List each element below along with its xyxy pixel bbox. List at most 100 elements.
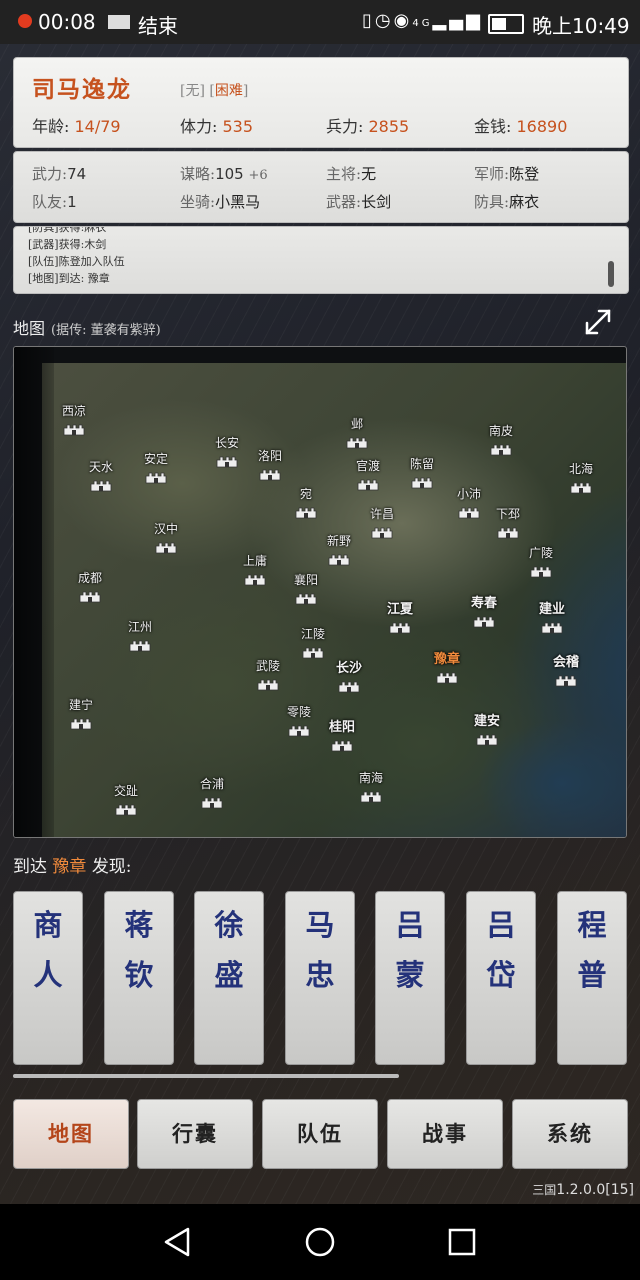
city-name: 建宁 [68, 698, 93, 712]
city-marker[interactable]: 邺 [327, 415, 387, 449]
city-name: 天水 [88, 460, 113, 474]
castle-icon [295, 504, 317, 519]
general-stat: 主将:无 [326, 165, 377, 183]
nav-bag-button[interactable]: 行囊 [137, 1099, 253, 1169]
city-name: 洛阳 [257, 449, 282, 463]
age-stat: 年龄: 14/79 [32, 117, 121, 136]
city-marker[interactable]: 建业 [522, 598, 582, 634]
city-marker[interactable]: 下邳 [478, 505, 538, 539]
city-marker[interactable]: 建宁 [51, 696, 111, 730]
strategy-stat: 谋略:105 +6 [180, 165, 268, 183]
nav-map-button[interactable]: 地图 [13, 1099, 129, 1169]
discovery-text: 到达 豫章 发现: [13, 857, 132, 877]
castle-icon [115, 801, 137, 816]
weapon-stat: 武器:长剑 [326, 193, 392, 211]
city-marker[interactable]: 汉中 [136, 520, 196, 554]
battery-icon [488, 14, 524, 34]
npc-card-merchant[interactable]: 商人 [13, 891, 83, 1065]
city-name: 官渡 [355, 459, 380, 473]
city-current[interactable]: 豫章 [417, 648, 477, 684]
city-name: 汉中 [153, 522, 178, 536]
city-marker[interactable]: 西凉 [44, 402, 104, 436]
city-name: 成都 [77, 571, 102, 585]
stamina-stat: 体力: 535 [180, 117, 254, 136]
eye-icon: ◉ [393, 10, 413, 31]
world-map[interactable]: 西凉邺南皮 长安 洛阳 天水 安定 官渡 陈留 北海宛小沛 许昌 下邳 汉中 新野 广陵 上庸 成都 襄阳 江夏… [13, 346, 627, 838]
npc-card-ma-zhong[interactable]: 马忠 [285, 891, 355, 1065]
city-marker[interactable]: 长沙 [319, 657, 379, 693]
hero-name[interactable]: 司马逸龙 [32, 70, 132, 104]
log-scrollbar[interactable] [608, 261, 614, 287]
mount-stat: 坐骑:小黑马 [180, 193, 261, 211]
city-marker[interactable]: 合浦 [182, 775, 242, 809]
city-marker[interactable]: 新野 [309, 532, 369, 566]
event-log[interactable]: [防具]获得:麻衣 [武器]获得:木剑 [队伍]陈登加入队伍 [地图]到达: 豫… [13, 226, 629, 294]
hero-tags: [无] [困难] [180, 83, 249, 99]
city-marker[interactable]: 桂阳 [312, 716, 372, 752]
city-marker[interactable]: 江陵 [283, 625, 343, 659]
city-marker[interactable]: 襄阳 [276, 571, 336, 605]
recents-icon[interactable] [444, 1224, 480, 1260]
city-marker[interactable]: 武陵 [238, 657, 298, 691]
npc-scrollbar[interactable] [13, 1074, 399, 1078]
city-marker[interactable]: 洛阳 [240, 447, 300, 481]
teammates-stat: 队友:1 [32, 193, 77, 211]
vibrate-icon: ▯ [362, 10, 375, 31]
map-title: 地图 (据传: 董袭有紫骍) [13, 319, 161, 338]
castle-icon [458, 504, 480, 519]
city-marker[interactable]: 南皮 [471, 422, 531, 456]
city-marker[interactable]: 江夏 [370, 598, 430, 634]
expand-icon[interactable] [582, 306, 614, 338]
city-marker[interactable]: 陈留 [392, 455, 452, 489]
city-name: 长沙 [335, 661, 362, 676]
city-marker[interactable]: 北海 [551, 460, 611, 494]
npc-card-lu-dai[interactable]: 吕岱 [466, 891, 536, 1065]
castle-icon [288, 722, 310, 737]
city-marker[interactable]: 江州 [110, 618, 170, 652]
castle-icon [389, 619, 411, 634]
city-marker[interactable]: 交趾 [96, 782, 156, 816]
home-icon[interactable] [302, 1224, 338, 1260]
castle-icon [79, 588, 101, 603]
city-marker[interactable]: 建安 [457, 710, 517, 746]
map-note: (据传: 董袭有紫骍) [51, 323, 161, 338]
nav-battle-button[interactable]: 战事 [387, 1099, 503, 1169]
city-marker[interactable]: 南海 [341, 769, 401, 803]
castle-icon [357, 476, 379, 491]
city-marker[interactable]: 会稽 [536, 651, 596, 687]
city-name: 寿春 [470, 596, 497, 611]
castle-icon [155, 539, 177, 554]
armor-stat: 防具:麻衣 [474, 193, 540, 211]
system-nav-bar [0, 1204, 640, 1280]
city-name: 小沛 [456, 487, 481, 501]
city-marker[interactable]: 天水 [71, 458, 131, 492]
nav-team-button[interactable]: 队伍 [262, 1099, 378, 1169]
npc-card-xu-sheng[interactable]: 徐盛 [194, 891, 264, 1065]
city-marker[interactable]: 寿春 [454, 592, 514, 628]
castle-icon [436, 669, 458, 684]
back-icon[interactable] [160, 1224, 196, 1260]
alarm-icon: ◷ [374, 10, 394, 31]
attributes-card: 武力:74 谋略:105 +6 主将:无 军师:陈登 队友:1 坐骑:小黑马 武… [13, 151, 629, 223]
npc-card-lu-meng[interactable]: 吕蒙 [375, 891, 445, 1065]
signal-icon: ▂▄▆ [432, 10, 483, 31]
npc-card-cheng-pu[interactable]: 程普 [557, 891, 627, 1065]
city-marker[interactable]: 官渡 [338, 457, 398, 491]
log-entry: [武器]获得:木剑 [28, 238, 107, 251]
difficulty: 困难 [214, 83, 243, 99]
city-name: 下邳 [495, 507, 520, 521]
record-indicator-icon [18, 14, 32, 28]
city-marker[interactable]: 宛 [276, 485, 336, 519]
city-marker[interactable]: 成都 [60, 569, 120, 603]
version-label: 三国1.2.0.0[15] [532, 1182, 634, 1198]
castle-icon [63, 421, 85, 436]
npc-card-jiang-qin[interactable]: 蒋钦 [104, 891, 174, 1065]
city-marker[interactable]: 安定 [126, 450, 186, 484]
city-marker[interactable]: 广陵 [511, 544, 571, 578]
city-name: 上庸 [242, 554, 267, 568]
app-preview-icon [108, 15, 130, 29]
castle-icon [90, 477, 112, 492]
log-list: [防具]获得:麻衣 [武器]获得:木剑 [队伍]陈登加入队伍 [地图]到达: 豫… [28, 227, 125, 287]
nav-system-button[interactable]: 系统 [512, 1099, 628, 1169]
city-name: 襄阳 [293, 573, 318, 587]
